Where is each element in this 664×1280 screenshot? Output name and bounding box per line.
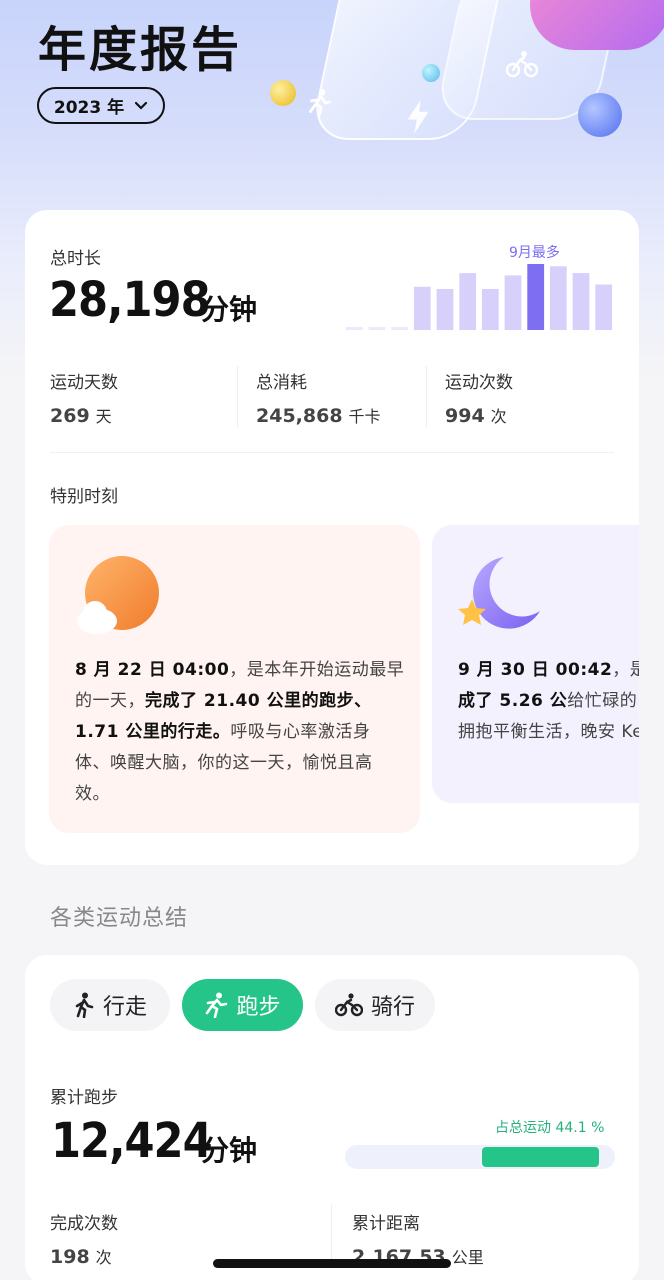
total-duration-label: 总时长 [50,249,101,269]
summary-card: 总时长 28,198 分钟 9月最多 运动天数 269 天 总消耗 245,868… [25,210,639,865]
stat-sessions-label: 运动次数 [445,373,513,393]
total-duration-value: 28,198 [49,272,211,328]
bar-5月 [436,289,454,330]
bar-10月 [549,266,567,330]
tab-bike[interactable]: 骑行 [315,979,435,1031]
cyclist-icon [506,51,538,78]
tab-run[interactable]: 跑步 [182,979,303,1031]
bar-11月 [572,273,590,330]
decor-pink-orb [530,0,664,50]
bar-6月 [459,273,477,330]
divider [237,366,238,428]
category-section-title: 各类运动总结 [50,906,189,931]
stat-calories-label: 总消耗 [256,373,307,393]
divider [426,366,427,428]
category-card: 行走 跑步 骑行 累计跑步 12,424 分钟 占总运动 44.1 % 完成次数… [25,955,639,1280]
moments-title: 特别时刻 [50,487,118,507]
stat-run-count-unit: 次 [95,1248,112,1267]
moment-card-2[interactable]: 9 月 30 日 00:42，是一天，完成了 5.26 公给忙碌的自己一个拥抱平… [432,525,639,803]
stat-run-distance-label: 累计距离 [352,1214,420,1234]
moment-card-1[interactable]: 8 月 22 日 04:00，是本年开始运动最早的一天，完成了 21.40 公里… [49,525,420,833]
stat-run-count: 完成次数 198 次 [50,1209,118,1268]
decor-teal-ball [422,64,440,82]
bar-12月 [595,284,613,330]
chevron-down-icon [135,101,148,110]
stat-days-label: 运动天数 [50,373,118,393]
stat-run-count-label: 完成次数 [50,1214,118,1234]
section-divider [50,452,614,453]
run-icon [206,992,228,1018]
bike-icon [334,993,363,1017]
home-indicator[interactable] [213,1259,451,1268]
sun-cloud-icon [77,556,159,634]
monthly-bar-chart [345,264,613,330]
tab-bike-label: 骑行 [370,995,415,1020]
bar-7月 [481,289,499,330]
bar-2月 [368,327,386,330]
stat-run-count-value: 198 [50,1246,90,1268]
stat-days-unit: 天 [95,407,112,426]
stat-days: 运动天数 269 天 [50,368,118,427]
tab-walk[interactable]: 行走 [50,979,170,1031]
year-select-label: 2023 年 [53,98,125,118]
bar-3月 [391,327,409,330]
divider [331,1205,332,1267]
tab-walk-label: 行走 [102,995,147,1020]
share-label: 占总运动 44.1 % [495,1120,605,1136]
total-duration-unit: 分钟 [201,293,258,326]
walk-icon [75,992,94,1018]
bar-9月 [527,264,545,330]
lightning-icon [407,100,429,134]
decor-yellow-ball [270,80,296,106]
stat-sessions-value: 994 [445,405,485,427]
share-progress-fill [482,1147,599,1167]
moon-star-icon [458,557,540,629]
runner-icon [309,89,332,118]
cumulative-run-value: 12,424 [51,1113,213,1169]
moment-1-date: 8 月 22 日 04:00 [75,660,230,680]
moment-1-text: 8 月 22 日 04:00，是本年开始运动最早的一天，完成了 21.40 公里… [75,655,405,810]
moment-2-text-a: ，是一天， [612,660,639,680]
tab-run-label: 跑步 [236,995,281,1020]
stat-days-value: 269 [50,405,90,427]
bar-4月 [413,286,431,330]
stat-calories-value: 245,868 [256,405,343,427]
moment-2-text: 9 月 30 日 00:42，是一天，完成了 5.26 公给忙碌的自己一个拥抱平… [458,655,639,748]
cumulative-run-unit: 分钟 [201,1134,258,1167]
moment-2-date: 9 月 30 日 00:42 [458,660,613,680]
stat-sessions-unit: 次 [490,407,507,426]
bar-1月 [345,327,363,330]
year-dropdown[interactable]: 2023 年 [37,87,165,124]
stat-calories: 总消耗 245,868 千卡 [256,368,381,427]
decor-blue-ball [578,93,622,137]
stat-sessions: 运动次数 994 次 [445,368,513,427]
page-title: 年度报告 [38,22,243,78]
stat-run-distance-unit: 公里 [451,1248,484,1267]
cumulative-run-label: 累计跑步 [50,1088,118,1108]
stat-calories-unit: 千卡 [348,407,381,426]
share-progress-bar [345,1145,615,1169]
bar-8月 [504,275,522,330]
